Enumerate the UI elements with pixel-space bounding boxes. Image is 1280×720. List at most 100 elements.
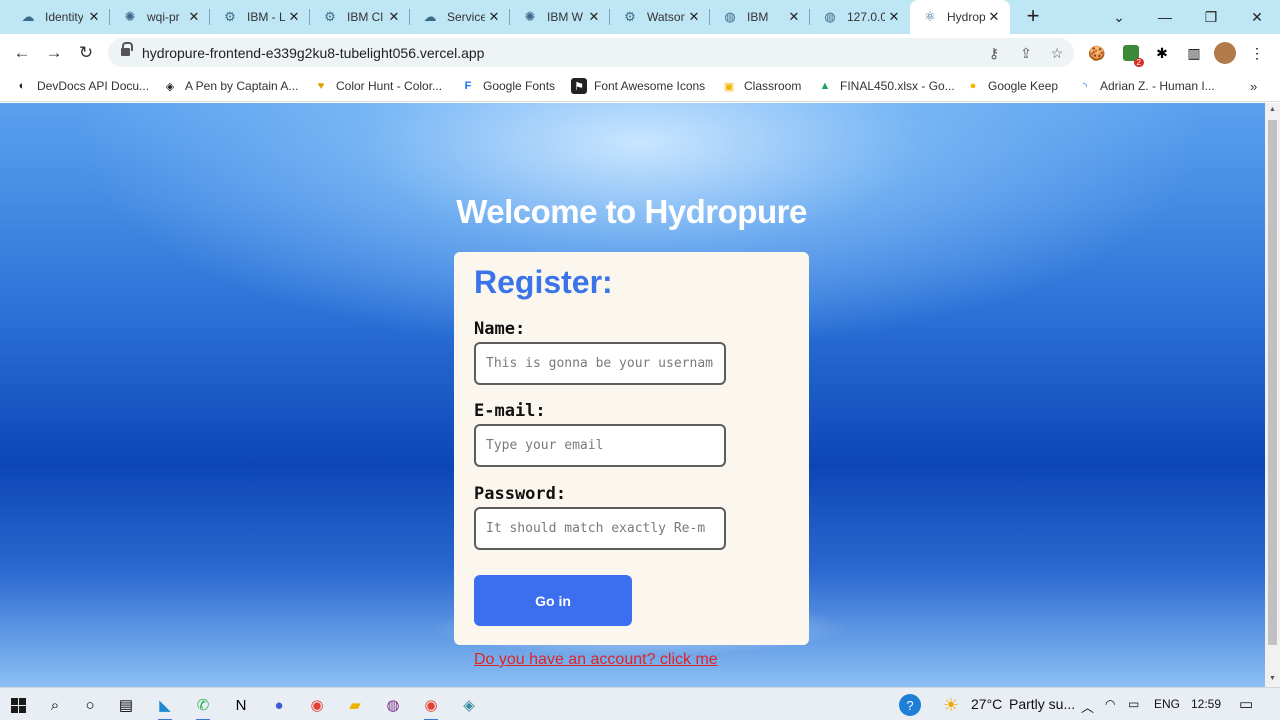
google-drive-icon: ▲	[819, 80, 831, 92]
page-scrollbar[interactable]: ▲ ▼	[1265, 103, 1280, 687]
submit-button[interactable]: Go in	[474, 575, 632, 626]
close-icon[interactable]: ✕	[587, 10, 601, 24]
close-window-button[interactable]: ✕	[1234, 0, 1280, 34]
scroll-down-icon[interactable]: ▼	[1268, 675, 1277, 682]
browser-tab[interactable]: ✺ wqi-pr ✕	[110, 0, 210, 34]
bookmark-item[interactable]: ● Google Keep	[965, 77, 1058, 95]
bookmark-item[interactable]: ⚑ Font Awesome Icons	[571, 77, 705, 95]
share-icon[interactable]: ⇪	[1017, 44, 1035, 62]
battery-icon[interactable]: ▭	[1128, 697, 1139, 711]
tab-search-button[interactable]: ⌄	[1096, 0, 1142, 34]
notification-icon[interactable]: ▭	[1239, 695, 1253, 713]
close-icon[interactable]: ✕	[387, 10, 401, 24]
browser-tab-active[interactable]: ⚛ Hydrop ✕	[910, 0, 1010, 34]
close-icon[interactable]: ✕	[487, 10, 501, 24]
browser-toolbar: ← → ↻ hydropure-frontend-e339g2ku8-tubel…	[0, 34, 1280, 71]
windows-start-icon[interactable]	[5, 692, 31, 718]
browser-tab[interactable]: ◍ 127.0.0 ✕	[810, 0, 910, 34]
github-desktop-icon[interactable]: ◍	[380, 692, 406, 718]
browser-tab[interactable]: ☁ Identity ✕	[8, 0, 110, 34]
weather-icon[interactable]: ☀	[938, 692, 964, 718]
bookmark-label: Google Keep	[988, 79, 1059, 93]
ibm-watson-icon: ✺	[124, 9, 136, 24]
help-icon[interactable]: ?	[897, 692, 923, 718]
url-text[interactable]: hydropure-frontend-e339g2ku8-tubelight05…	[142, 45, 484, 61]
side-panel-icon[interactable]: ▥	[1183, 42, 1205, 64]
classroom-icon: ▣	[723, 80, 735, 93]
tab-label: wqi-pr	[147, 10, 180, 24]
chevron-up-icon[interactable]: ︿	[1081, 697, 1094, 716]
extensions-puzzle-icon[interactable]: ✱	[1151, 42, 1173, 64]
bookmark-label: Google Fonts	[483, 79, 556, 93]
vscode-icon[interactable]: ◣	[152, 692, 178, 720]
restore-button[interactable]: ❐	[1188, 0, 1234, 34]
lock-icon	[121, 42, 133, 57]
chevron-double-right-icon: »	[1250, 78, 1258, 94]
app-icon[interactable]: ◈	[456, 692, 482, 718]
wifi-icon[interactable]: ◠	[1105, 697, 1115, 711]
forward-button[interactable]: →	[42, 41, 66, 65]
browser-tab[interactable]: ⚙ IBM Cl ✕	[310, 0, 410, 34]
chrome-icon[interactable]: ◉	[304, 692, 330, 718]
extension-badge-icon[interactable]: 2	[1120, 42, 1144, 67]
new-tab-button[interactable]: +	[1022, 5, 1044, 28]
browser-tab[interactable]: ⚙ IBM - L ✕	[210, 0, 310, 34]
notion-icon[interactable]: N	[228, 692, 254, 718]
ibm-cloud-icon: ⚙	[224, 9, 236, 24]
devdocs-icon: ◐	[18, 80, 26, 92]
login-link[interactable]: Do you have an account? click me	[474, 651, 718, 669]
browser-tab[interactable]: ⚙ Watson ✕	[610, 0, 710, 34]
tab-strip: ☁ Identity ✕ ✺ wqi-pr ✕ ⚙ IBM - L ✕ ⚙ IB…	[0, 0, 1280, 34]
bookmark-item[interactable]: ◐ DevDocs API Docu...	[14, 77, 149, 95]
cloud-icon: ☁	[21, 9, 35, 24]
minimize-icon: —	[1158, 9, 1172, 25]
bookmarks-overflow-button[interactable]: »	[1250, 77, 1257, 95]
scrollbar-thumb[interactable]	[1268, 120, 1277, 645]
browser-tab[interactable]: ◍ IBM ✕	[710, 0, 810, 34]
clock-time[interactable]: 12:59	[1191, 697, 1221, 711]
menu-kebab-icon[interactable]: ⋮	[1246, 42, 1268, 64]
language-indicator[interactable]: ENG	[1154, 697, 1180, 711]
email-input[interactable]	[474, 424, 726, 467]
search-icon[interactable]: ⌕	[42, 692, 68, 718]
bookmark-item[interactable]: ◈ A Pen by Captain A...	[162, 77, 299, 95]
close-icon[interactable]: ✕	[187, 10, 201, 24]
chrome-active-icon[interactable]: ◉	[418, 692, 444, 720]
cortana-icon[interactable]: ○	[77, 692, 103, 718]
name-input[interactable]	[474, 342, 726, 385]
bookmark-label: Color Hunt - Color...	[336, 79, 443, 93]
close-icon[interactable]: ✕	[687, 10, 701, 24]
minimize-button[interactable]: —	[1142, 0, 1188, 34]
browser-tab[interactable]: ☁ Service ✕	[410, 0, 510, 34]
whatsapp-icon[interactable]: ✆	[190, 692, 216, 720]
bookmark-label: Classroom	[744, 79, 802, 93]
bookmark-item[interactable]: ◝ Adrian Z. - Human I...	[1077, 77, 1215, 95]
file-explorer-icon[interactable]: ▰	[342, 692, 368, 718]
back-button[interactable]: ←	[10, 41, 34, 65]
chat-icon[interactable]: ●	[266, 692, 292, 718]
extension-cookie-icon[interactable]: 🍪	[1086, 42, 1108, 64]
bookmark-item[interactable]: ♥ Color Hunt - Color...	[313, 77, 442, 95]
close-icon[interactable]: ✕	[87, 10, 101, 24]
reload-button[interactable]: ↻	[74, 41, 98, 65]
bookmark-star-icon[interactable]: ☆	[1048, 44, 1066, 62]
scroll-up-icon[interactable]: ▲	[1268, 106, 1277, 113]
weather-description[interactable]: Partly su...	[1009, 696, 1075, 712]
bookmark-item[interactable]: ▣ Classroom	[721, 77, 802, 95]
password-input[interactable]	[474, 507, 726, 550]
google-keep-icon: ●	[969, 80, 977, 92]
close-icon[interactable]: ✕	[987, 10, 1001, 24]
close-icon[interactable]: ✕	[287, 10, 301, 24]
bookmark-item[interactable]: F Google Fonts	[460, 77, 555, 95]
weather-temp[interactable]: 27°C	[971, 696, 1002, 712]
close-icon[interactable]: ✕	[887, 10, 901, 24]
profile-avatar[interactable]	[1214, 42, 1236, 64]
react-icon: ⚛	[924, 9, 936, 24]
task-view-icon[interactable]: ▤	[113, 692, 139, 718]
globe-icon: ◍	[824, 9, 836, 24]
key-icon[interactable]: ⚷	[985, 44, 1003, 62]
address-bar[interactable]: hydropure-frontend-e339g2ku8-tubelight05…	[108, 38, 1074, 67]
browser-tab[interactable]: ✺ IBM W ✕	[510, 0, 610, 34]
close-icon[interactable]: ✕	[787, 10, 801, 24]
bookmark-item[interactable]: ▲ FINAL450.xlsx - Go...	[817, 77, 955, 95]
